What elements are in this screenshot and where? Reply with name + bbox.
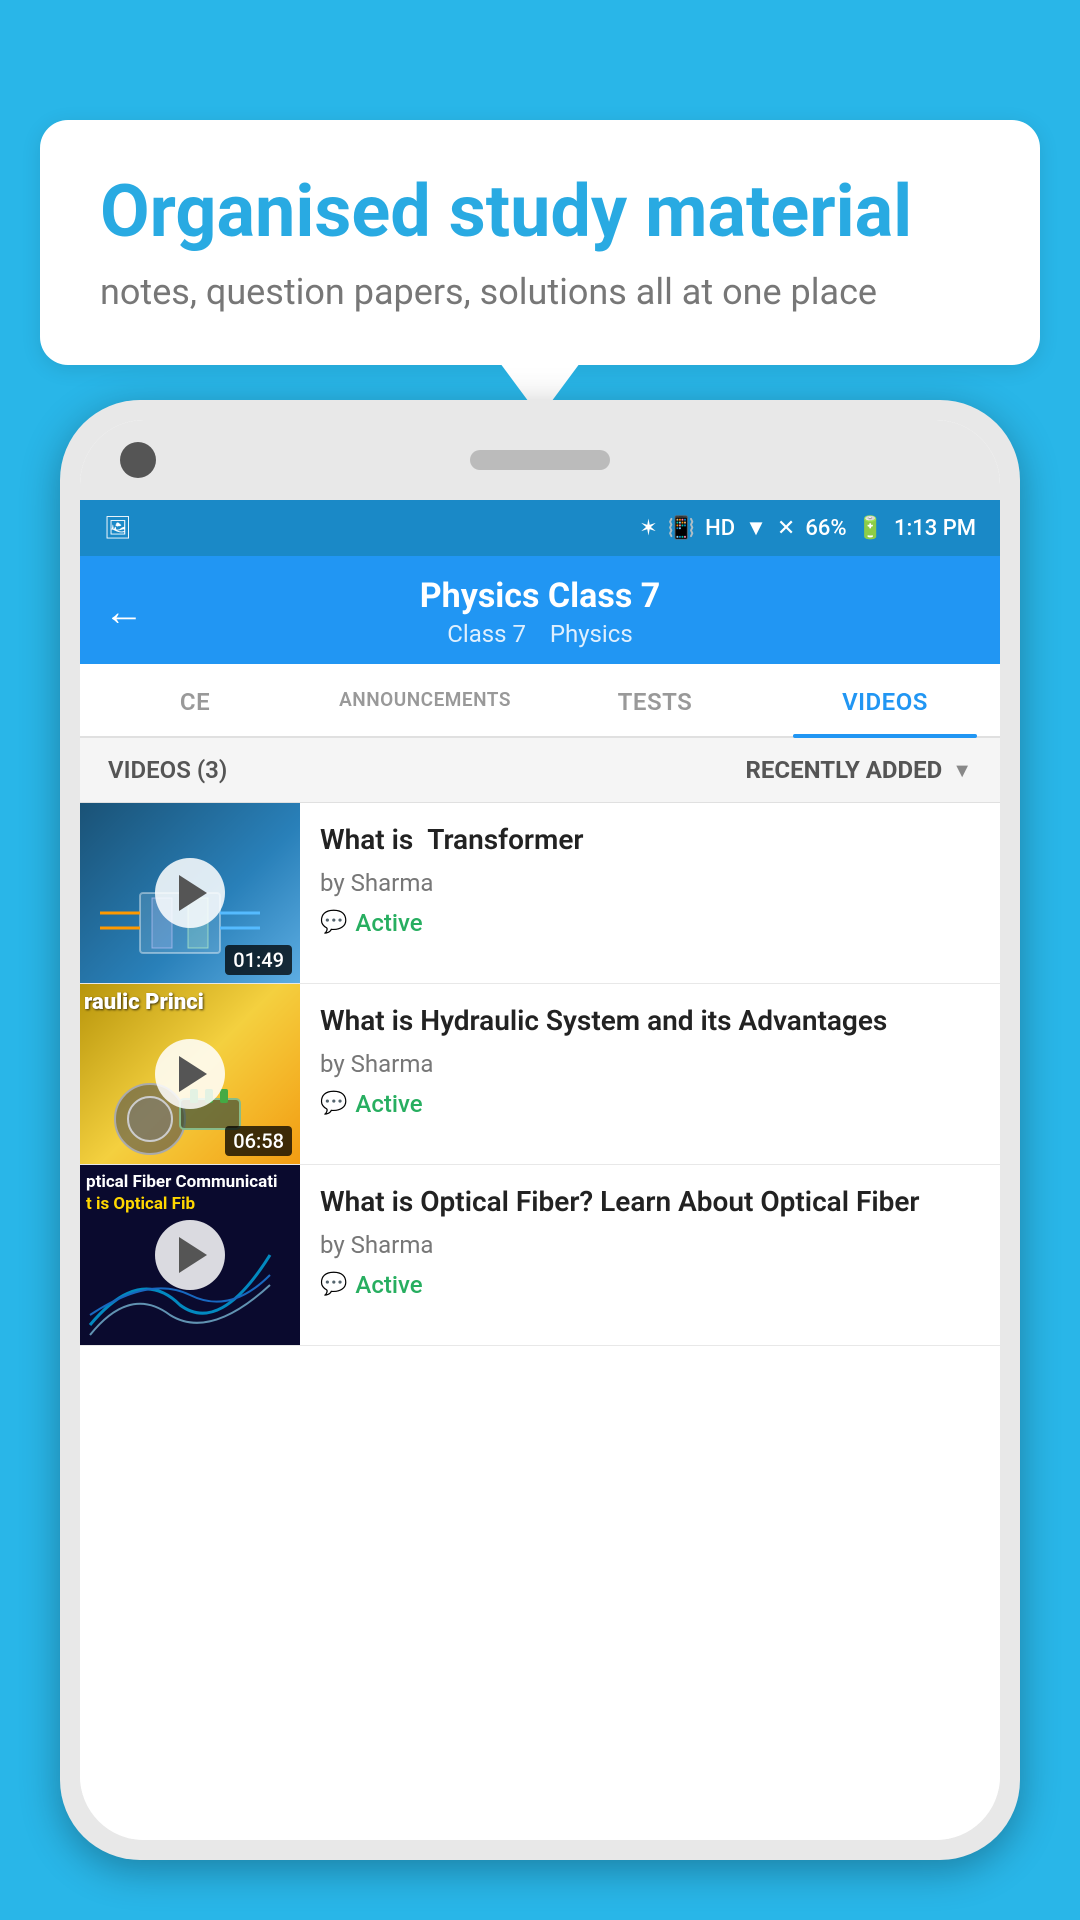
sort-label: RECENTLY ADDED	[746, 756, 943, 784]
phone-inner: 🖼 ✶ 📳 HD ▼ ✕ 66% 🔋 1:13 PM ← Physics Cla…	[80, 420, 1000, 1840]
filter-row: VIDEOS (3) RECENTLY ADDED ▼	[80, 738, 1000, 803]
app-header: ← Physics Class 7 Class 7 Physics	[80, 556, 1000, 664]
phone-frame: 🖼 ✶ 📳 HD ▼ ✕ 66% 🔋 1:13 PM ← Physics Cla…	[60, 400, 1020, 1860]
header-subject: Physics	[550, 620, 633, 648]
video-item-3[interactable]: ptical Fiber Communicati t is Optical Fi…	[80, 1165, 1000, 1346]
battery-icon: 🔋	[857, 516, 884, 541]
phone-top-bar	[80, 420, 1000, 500]
active-badge-1: 💬 Active	[320, 909, 423, 937]
videos-count: VIDEOS (3)	[108, 756, 227, 784]
bluetooth-icon: ✶	[639, 516, 657, 541]
play-icon-2	[179, 1056, 207, 1092]
video-info-3: What is Optical Fiber? Learn About Optic…	[300, 1165, 1000, 1317]
tab-tests[interactable]: TESTS	[540, 664, 770, 736]
video-item[interactable]: 01:49 What is Transformer by Sharma 💬 Ac…	[80, 803, 1000, 984]
signal-icon: ✕	[777, 516, 795, 541]
tabs-bar: CE ANNOUNCEMENTS TESTS VIDEOS	[80, 664, 1000, 738]
screen-content: 🖼 ✶ 📳 HD ▼ ✕ 66% 🔋 1:13 PM ← Physics Cla…	[80, 500, 1000, 1840]
video-title-1: What is Transformer	[320, 821, 980, 859]
video-info-1: What is Transformer by Sharma 💬 Active	[300, 803, 1000, 955]
video-thumbnail-3[interactable]: ptical Fiber Communicati t is Optical Fi…	[80, 1165, 300, 1345]
header-class: Class 7	[447, 620, 526, 648]
front-sensor	[924, 450, 960, 470]
status-right: ✶ 📳 HD ▼ ✕ 66% 🔋 1:13 PM	[639, 515, 976, 541]
video-author-1: by Sharma	[320, 869, 980, 897]
play-button-1[interactable]	[155, 858, 225, 928]
sort-dropdown[interactable]: RECENTLY ADDED ▼	[746, 756, 972, 784]
video-author-3: by Sharma	[320, 1231, 980, 1259]
active-label-3: Active	[355, 1271, 422, 1299]
active-label-1: Active	[355, 909, 422, 937]
photo-icon: 🖼	[104, 516, 132, 541]
play-button-2[interactable]	[155, 1039, 225, 1109]
battery-percent: 66%	[805, 516, 846, 541]
header-subtitle: Class 7 Physics	[164, 620, 916, 648]
header-title: Physics Class 7	[164, 576, 916, 616]
video-thumbnail-2[interactable]: raulic Princi 06:58	[80, 984, 300, 1164]
active-label-2: Active	[355, 1090, 422, 1118]
active-badge-3: 💬 Active	[320, 1271, 423, 1299]
play-button-3[interactable]	[155, 1220, 225, 1290]
fiber-text: ptical Fiber Communicati t is Optical Fi…	[86, 1171, 277, 1215]
play-icon-3	[179, 1237, 207, 1273]
video-duration-2: 06:58	[225, 1126, 292, 1156]
earpiece-speaker	[470, 450, 610, 470]
front-camera	[120, 442, 156, 478]
tab-videos[interactable]: VIDEOS	[770, 664, 1000, 736]
video-item-2[interactable]: raulic Princi 06:58	[80, 984, 1000, 1165]
bubble-title: Organised study material	[100, 172, 980, 251]
vibrate-icon: 📳	[668, 516, 695, 541]
video-duration-1: 01:49	[225, 945, 292, 975]
bubble-subtitle: notes, question papers, solutions all at…	[100, 271, 980, 313]
video-list: 01:49 What is Transformer by Sharma 💬 Ac…	[80, 803, 1000, 1809]
active-badge-2: 💬 Active	[320, 1090, 423, 1118]
header-title-block: Physics Class 7 Class 7 Physics	[164, 576, 916, 648]
chevron-down-icon: ▼	[952, 758, 972, 783]
video-info-2: What is Hydraulic System and its Advanta…	[300, 984, 1000, 1136]
video-author-2: by Sharma	[320, 1050, 980, 1078]
chat-icon-2: 💬	[320, 1091, 347, 1116]
clock: 1:13 PM	[894, 516, 976, 541]
chat-icon-3: 💬	[320, 1272, 347, 1297]
back-button[interactable]: ←	[104, 592, 144, 632]
status-left: 🖼	[104, 516, 132, 541]
video-title-2: What is Hydraulic System and its Advanta…	[320, 1002, 980, 1040]
video-title-3: What is Optical Fiber? Learn About Optic…	[320, 1183, 980, 1221]
hd-label: HD	[705, 516, 735, 541]
speech-bubble-card: Organised study material notes, question…	[40, 120, 1040, 365]
chat-icon-1: 💬	[320, 910, 347, 935]
status-bar: 🖼 ✶ 📳 HD ▼ ✕ 66% 🔋 1:13 PM	[80, 500, 1000, 556]
wifi-icon: ▼	[745, 515, 767, 541]
play-icon-1	[179, 875, 207, 911]
hydraulic-label: raulic Princi	[84, 990, 296, 1015]
video-thumbnail-1[interactable]: 01:49	[80, 803, 300, 983]
tab-ce[interactable]: CE	[80, 664, 310, 736]
tab-announcements[interactable]: ANNOUNCEMENTS	[310, 664, 540, 736]
